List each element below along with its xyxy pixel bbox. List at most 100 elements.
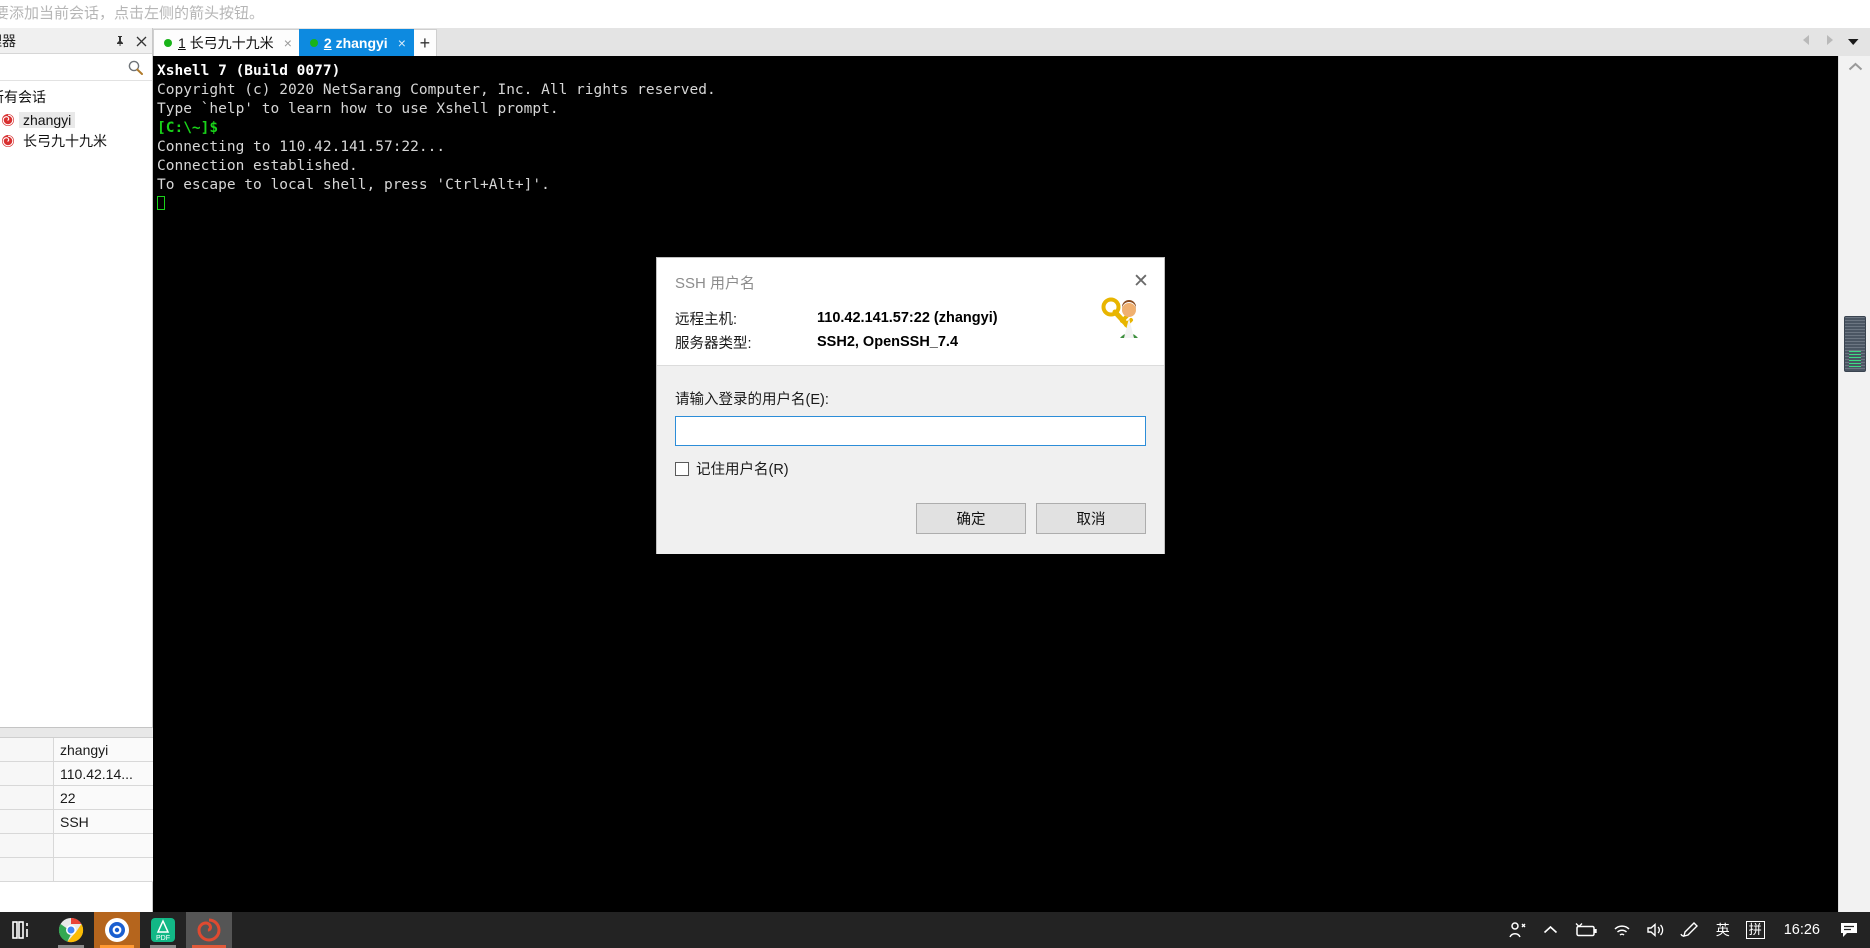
session-tree-root[interactable]: 所有会话 bbox=[0, 85, 152, 109]
key-user-icon bbox=[1098, 296, 1144, 340]
dialog-body: 请输入登录的用户名(E): 记住用户名(R) 确定 取消 bbox=[657, 365, 1164, 554]
terminal-cursor bbox=[157, 196, 165, 210]
table-row[interactable]: zhangyi bbox=[0, 738, 153, 762]
username-input[interactable] bbox=[675, 416, 1146, 446]
system-tray: 英 拼 16:26 bbox=[1501, 912, 1870, 948]
tab-zhangyi[interactable]: 2 zhangyi × bbox=[298, 29, 414, 56]
property-key bbox=[0, 810, 54, 833]
session-search-bar[interactable] bbox=[0, 54, 152, 81]
property-key bbox=[0, 858, 54, 881]
property-value bbox=[54, 858, 153, 881]
remember-username-label: 记住用户名(R) bbox=[696, 462, 789, 478]
pdf-icon[interactable]: PDF bbox=[140, 912, 186, 948]
hint-banner: 要添加当前会话，点击左侧的箭头按钮。 bbox=[0, 0, 1870, 28]
pen-icon[interactable] bbox=[1673, 912, 1707, 948]
session-item-changgong[interactable]: 长弓九十九米 bbox=[0, 130, 152, 151]
ime-pinyin-label: 拼 bbox=[1745, 921, 1765, 939]
tab-changgong[interactable]: 1 长弓九十九米 × bbox=[153, 29, 300, 56]
tab-scroll-left-icon[interactable] bbox=[1801, 33, 1812, 51]
session-item-label: zhangyi bbox=[19, 111, 76, 128]
tab-title: zhangyi bbox=[335, 35, 388, 51]
chevron-up-icon[interactable] bbox=[1535, 912, 1567, 948]
close-icon[interactable]: ✕ bbox=[1128, 268, 1154, 294]
terminal-line: Type `help' to learn how to use Xshell p… bbox=[157, 101, 559, 117]
table-row[interactable]: 110.42.14... bbox=[0, 762, 153, 786]
info-value: 110.42.141.57:22 (zhangyi) bbox=[817, 310, 998, 326]
terminal-line: To escape to local shell, press 'Ctrl+Al… bbox=[157, 177, 550, 193]
ime-english-icon[interactable]: 英 bbox=[1707, 912, 1739, 948]
table-row[interactable]: 22 bbox=[0, 786, 153, 810]
tab-list-chevron-down-icon[interactable] bbox=[1847, 33, 1860, 51]
terminal-scrollbar[interactable] bbox=[1838, 56, 1870, 912]
connection-status-dot bbox=[309, 39, 318, 47]
ok-button[interactable]: 确定 bbox=[916, 503, 1026, 534]
property-key bbox=[0, 762, 54, 785]
ime-pinyin-icon[interactable]: 拼 bbox=[1739, 912, 1772, 948]
tab-close-icon[interactable]: × bbox=[284, 36, 292, 50]
chrome-icon[interactable] bbox=[48, 912, 94, 948]
search-icon[interactable] bbox=[127, 59, 144, 76]
info-key: 服务器类型: bbox=[675, 335, 752, 352]
session-manager-panel: 理器 所有会话 bbox=[0, 28, 153, 918]
terminal-line: Copyright (c) 2020 NetSarang Computer, I… bbox=[157, 82, 716, 98]
close-icon[interactable] bbox=[135, 35, 148, 48]
remember-username-checkbox-row[interactable]: 记住用户名(R) bbox=[675, 458, 1146, 479]
scroll-up-icon[interactable] bbox=[1839, 56, 1870, 78]
property-key bbox=[0, 738, 54, 761]
connection-status-dot bbox=[164, 39, 172, 47]
table-row[interactable]: SSH bbox=[0, 810, 153, 834]
session-icon bbox=[1, 113, 15, 127]
cancel-button[interactable]: 取消 bbox=[1036, 503, 1146, 534]
session-manager-titlebar: 理器 bbox=[0, 28, 152, 54]
table-row[interactable] bbox=[0, 834, 153, 858]
info-row-remote-host: 远程主机: 110.42.141.57:22 (zhangyi) bbox=[675, 306, 1146, 330]
properties-table-header bbox=[0, 728, 153, 738]
dialog-header: SSH 用户名 ✕ 远程主机: 110.42.141.57:22 (zhangy… bbox=[657, 258, 1164, 365]
tab-close-icon[interactable]: × bbox=[398, 36, 406, 50]
session-properties-table: zhangyi 110.42.14... 22 SSH bbox=[0, 727, 153, 882]
terminal-line: Connection established. bbox=[157, 158, 358, 174]
session-tree: 所有会话 zhangyi 长弓九十九米 bbox=[0, 81, 152, 151]
dialog-title: SSH 用户名 bbox=[675, 275, 756, 292]
notification-icon[interactable] bbox=[1832, 912, 1866, 948]
new-tab-button[interactable]: + bbox=[412, 29, 437, 56]
taskbar-clock[interactable]: 16:26 bbox=[1772, 922, 1832, 938]
scrollbar-thumb[interactable] bbox=[1844, 316, 1866, 372]
people-icon[interactable] bbox=[1501, 912, 1535, 948]
windows-taskbar: PDF 英 拼 16:26 bbox=[0, 912, 1870, 948]
remember-username-checkbox[interactable] bbox=[675, 461, 689, 476]
pin-icon[interactable] bbox=[113, 35, 126, 48]
property-value bbox=[54, 834, 153, 857]
ssh-username-dialog: SSH 用户名 ✕ 远程主机: 110.42.141.57:22 (zhangy… bbox=[656, 257, 1165, 554]
tab-title: 长弓九十九米 bbox=[189, 35, 274, 51]
terminal-prompt-line: [C:\~]$ bbox=[157, 120, 219, 136]
browser-icon[interactable] bbox=[94, 912, 140, 948]
info-value: SSH2, OpenSSH_7.4 bbox=[817, 334, 959, 350]
session-icon bbox=[1, 134, 15, 148]
session-item-zhangyi[interactable]: zhangyi bbox=[0, 109, 152, 130]
property-value: 22 bbox=[60, 790, 76, 806]
tab-label: 2 zhangyi bbox=[324, 35, 388, 51]
tab-index: 2 bbox=[323, 35, 332, 51]
table-row[interactable] bbox=[0, 858, 153, 882]
terminal-line: Xshell 7 (Build 0077) bbox=[157, 63, 341, 79]
info-key: 远程主机: bbox=[675, 311, 738, 328]
scrollbar-thumb-indicator bbox=[1849, 351, 1861, 367]
dialog-buttons: 确定 取消 bbox=[916, 503, 1146, 534]
username-field-label: 请输入登录的用户名(E): bbox=[675, 392, 829, 408]
tab-index: 1 bbox=[178, 35, 186, 51]
property-key bbox=[0, 786, 54, 809]
wifi-icon[interactable] bbox=[1605, 912, 1639, 948]
task-view-icon[interactable] bbox=[0, 912, 48, 948]
tab-bar: 1 长弓九十九米 × 2 zhangyi × + bbox=[153, 28, 1870, 56]
battery-icon[interactable] bbox=[1567, 912, 1605, 948]
dialog-info: 远程主机: 110.42.141.57:22 (zhangyi) 服务器类型: … bbox=[675, 306, 1146, 354]
session-manager-title: 理器 bbox=[0, 32, 16, 49]
property-value: zhangyi bbox=[60, 742, 109, 758]
volume-icon[interactable] bbox=[1639, 912, 1673, 948]
tab-label: 1 长弓九十九米 bbox=[178, 33, 274, 53]
tab-scroll-right-icon[interactable] bbox=[1824, 33, 1835, 51]
terminal-line: Connecting to 110.42.141.57:22... bbox=[157, 139, 446, 155]
xshell-icon[interactable] bbox=[186, 912, 232, 948]
svg-text:PDF: PDF bbox=[156, 935, 170, 942]
